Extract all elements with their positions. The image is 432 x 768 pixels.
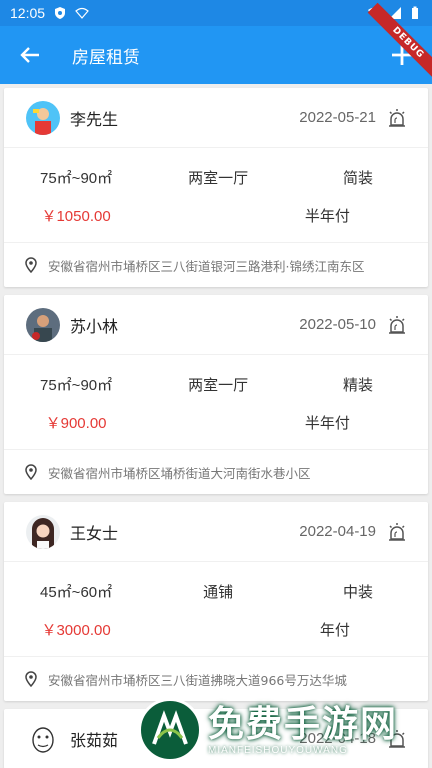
battery-icon (412, 6, 418, 19)
address-text: 安徽省宿州市埇桥区三八街道拂晓大道966号万达华城 (48, 672, 347, 688)
alarm-icon[interactable] (386, 107, 408, 129)
area-range: 75㎡~90㎡ (40, 169, 113, 187)
card-header: 李先生 2022-05-21 (4, 88, 428, 148)
address-row: 安徽省宿州市埇桥区三八街道拂晓大道966号万达华城 (4, 657, 428, 701)
area-range: 45㎡~60㎡ (40, 583, 113, 601)
details-row: 75㎡~90㎡ 两室一厅 简装 (4, 158, 428, 196)
details-row: 75㎡~90㎡ 两室一厅 精装 (4, 365, 428, 403)
rent-price: ￥900.00 (45, 414, 107, 432)
rent-price: ￥1050.00 (41, 207, 111, 225)
room-layout: 两室一厅 (188, 375, 249, 394)
address-text: 安徽省宿州市埇桥区埇桥街道大河南街水巷小区 (48, 465, 311, 481)
post-date: 2022-04-19 (299, 523, 376, 540)
page-title: 房屋租赁 (72, 47, 140, 68)
avatar (26, 100, 60, 135)
price-row: ￥3000.00 年付 (4, 610, 428, 648)
card-details: 75㎡~90㎡ 两室一厅 精装 ￥900.00 半年付 (4, 355, 428, 450)
arrow-left-icon (20, 47, 39, 63)
card-details: 45㎡~60㎡ 通铺 中装 ￥3000.00 年付 (4, 562, 428, 657)
address-row: 安徽省宿州市埇桥区三八街道银河三路港利·锦绣江南东区 (4, 243, 428, 287)
alarm-icon[interactable] (386, 521, 408, 543)
decoration-level: 精装 (343, 375, 374, 394)
decoration-level: 简装 (343, 168, 374, 187)
status-time: 12:05 (10, 5, 46, 21)
watermark: 免费手游网 MIANFEISHOUYOUWANG (138, 698, 398, 762)
alarm-icon[interactable] (386, 314, 408, 336)
payment-term: 半年付 (304, 413, 350, 432)
landlord-name: 王女士 (70, 523, 119, 543)
location-pin-icon (25, 257, 37, 273)
price-row: ￥900.00 半年付 (4, 403, 428, 441)
price-row: ￥1050.00 半年付 (4, 196, 428, 234)
wifi-outline-icon (75, 7, 89, 19)
app-bar: 房屋租赁 DEBUG (0, 2, 432, 84)
avatar (26, 307, 60, 342)
card-header: 苏小林 2022-05-10 (4, 295, 428, 355)
rent-price: ￥3000.00 (41, 621, 111, 639)
listing-list: 李先生 2022-05-21 75㎡~90㎡ 两室一厅 简装 ￥1050.00 … (0, 84, 432, 768)
card-details: 75㎡~90㎡ 两室一厅 简装 ￥1050.00 半年付 (4, 148, 428, 243)
watermark-subtitle: MIANFEISHOUYOUWANG (208, 744, 348, 756)
watermark-title: 免费手游网 (208, 703, 399, 745)
shield-icon (55, 7, 66, 19)
landlord-name: 苏小林 (70, 316, 119, 336)
address-row: 安徽省宿州市埇桥区埇桥街道大河南街水巷小区 (4, 450, 428, 494)
room-layout: 通铺 (203, 582, 234, 601)
payment-term: 年付 (319, 620, 350, 639)
area-range: 75㎡~90㎡ (40, 376, 113, 394)
location-pin-icon (25, 671, 37, 687)
avatar (26, 721, 60, 756)
payment-term: 半年付 (304, 206, 350, 225)
location-pin-icon (25, 464, 37, 480)
listing-card[interactable]: 王女士 2022-04-19 45㎡~60㎡ 通铺 中装 ￥3000.00 年付… (4, 502, 428, 701)
post-date: 2022-05-21 (299, 109, 376, 126)
card-header: 王女士 2022-04-19 (4, 502, 428, 562)
listing-card[interactable]: 苏小林 2022-05-10 75㎡~90㎡ 两室一厅 精装 ￥900.00 半… (4, 295, 428, 494)
address-text: 安徽省宿州市埇桥区三八街道银河三路港利·锦绣江南东区 (48, 258, 365, 274)
landlord-name: 李先生 (70, 109, 119, 129)
room-layout: 两室一厅 (188, 168, 249, 187)
post-date: 2022-05-10 (299, 316, 376, 333)
listing-card[interactable]: 李先生 2022-05-21 75㎡~90㎡ 两室一厅 简装 ￥1050.00 … (4, 88, 428, 287)
decoration-level: 中装 (343, 582, 374, 601)
back-button[interactable] (16, 41, 44, 69)
watermark-logo-icon (138, 698, 202, 762)
details-row: 45㎡~60㎡ 通铺 中装 (4, 572, 428, 610)
avatar (26, 514, 60, 549)
